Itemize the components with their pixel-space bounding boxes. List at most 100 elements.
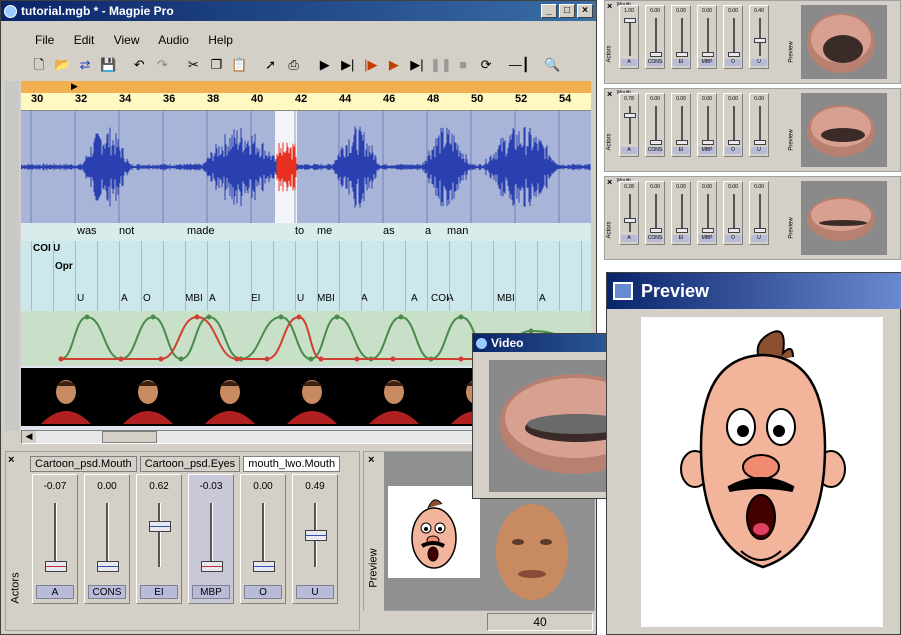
keyframe-point[interactable] [178, 356, 184, 362]
slider-thumb[interactable] [305, 529, 327, 541]
mini-close-icon[interactable]: × [607, 89, 612, 99]
phoneme-label[interactable]: Opr [55, 261, 73, 272]
play-icon[interactable]: ▶ [315, 55, 335, 75]
mini-slider[interactable]: 0.00 CONS [645, 5, 665, 69]
blend-slider[interactable]: -0.03 MBP [188, 474, 234, 604]
word-label[interactable]: was [77, 225, 97, 237]
keyframe-point[interactable] [158, 356, 164, 362]
mini-slider-thumb[interactable] [728, 228, 740, 233]
import-icon[interactable]: ⇄ [75, 55, 95, 75]
words-track[interactable]: was not made to me as a man [21, 223, 591, 241]
mini-slider-track[interactable] [655, 106, 657, 144]
mini-slider-track[interactable] [707, 106, 709, 144]
menu-help[interactable]: Help [208, 33, 233, 47]
stop-icon[interactable]: ■ [453, 55, 473, 75]
horizontal-scrollbar[interactable]: ◀ [21, 430, 481, 444]
save-icon[interactable]: 💾 [98, 55, 118, 75]
redo-icon[interactable]: ↷ [152, 55, 172, 75]
mini-slider[interactable]: 0.40 U [749, 5, 769, 69]
mini-slider-thumb[interactable] [754, 38, 766, 44]
mini-slider-track[interactable] [629, 194, 631, 232]
scroll-left-icon[interactable]: ◀ [22, 431, 36, 443]
mini-slider-thumb[interactable] [754, 228, 766, 233]
blend-slider[interactable]: 0.49 U [292, 474, 338, 604]
mini-slider[interactable]: 0.00 O [723, 5, 743, 69]
word-label[interactable]: not [119, 225, 134, 237]
mini-slider-thumb[interactable] [676, 52, 688, 57]
preview-close-icon[interactable]: × [368, 454, 374, 466]
video-frame-thumbnail[interactable] [277, 374, 347, 424]
panel-close-icon[interactable]: × [8, 454, 14, 466]
phoneme-tracks[interactable]: COI U Opr U A O MBI A EI U MBI A A COI A MBI A [21, 241, 591, 311]
keyframe-point[interactable] [118, 356, 124, 362]
mini-slider-track[interactable] [759, 194, 761, 232]
open-icon[interactable]: 📂 [52, 55, 72, 75]
video-frame-thumbnail[interactable] [195, 374, 265, 424]
tab-mouth-lwo[interactable]: mouth_lwo.Mouth [243, 456, 341, 472]
menu-audio[interactable]: Audio [158, 33, 189, 47]
ruler[interactable]: 30 32 34 36 38 40 42 44 46 48 50 52 54 [21, 93, 591, 111]
undo-icon[interactable]: ↶ [129, 55, 149, 75]
phoneme-label[interactable]: A [539, 293, 546, 304]
mini-slider-thumb[interactable] [676, 228, 688, 233]
phoneme-label[interactable]: U [297, 293, 304, 304]
word-label[interactable]: man [447, 225, 468, 237]
scroll-thumb[interactable] [102, 431, 157, 443]
slider-thumb[interactable] [149, 521, 171, 533]
mini-slider[interactable]: 0.00 MBP [697, 5, 717, 69]
mini-slider-thumb[interactable] [650, 228, 662, 233]
tab-cartoon-mouth[interactable]: Cartoon_psd.Mouth [30, 456, 137, 472]
phoneme-label[interactable]: A [361, 293, 368, 304]
mini-slider-thumb[interactable] [624, 113, 636, 119]
mini-slider-track[interactable] [707, 18, 709, 56]
mini-slider-track[interactable] [681, 194, 683, 232]
word-label[interactable]: me [317, 225, 332, 237]
keyframe-point[interactable] [296, 314, 302, 320]
mini-slider-thumb[interactable] [702, 228, 714, 233]
mini-slider[interactable]: 0.78 A [619, 93, 639, 157]
phoneme-label[interactable]: EI [251, 293, 260, 304]
zoom-slider-icon[interactable]: —┃ [499, 55, 539, 75]
minimize-icon[interactable]: _ [541, 4, 557, 18]
mini-close-icon[interactable]: × [607, 177, 612, 187]
print-icon[interactable]: ⎙ [284, 55, 304, 75]
mini-close-icon[interactable]: × [607, 1, 612, 11]
phoneme-label[interactable]: A [121, 293, 128, 304]
cut-icon[interactable]: ✂ [183, 55, 203, 75]
slider-thumb[interactable] [253, 561, 275, 572]
main-titlebar[interactable]: tutorial.mgb * - Magpie Pro _ □ × [1, 1, 596, 21]
phoneme-label[interactable]: O [143, 293, 151, 304]
keyframe-point[interactable] [318, 356, 324, 362]
mini-slider-thumb[interactable] [650, 52, 662, 57]
blend-slider[interactable]: 0.00 O [240, 474, 286, 604]
keyframe-point[interactable] [390, 356, 396, 362]
phoneme-label[interactable]: A [411, 293, 418, 304]
keyframe-point[interactable] [58, 356, 64, 362]
video-frame-thumbnail[interactable] [359, 374, 429, 424]
mini-slider[interactable]: 0.00 O [723, 181, 743, 245]
mini-slider-track[interactable] [655, 194, 657, 232]
keyframe-point[interactable] [354, 356, 360, 362]
slider-thumb[interactable] [201, 561, 223, 572]
mini-slider-track[interactable] [629, 106, 631, 144]
slider-track[interactable] [210, 503, 213, 567]
mini-slider-thumb[interactable] [650, 140, 662, 145]
phoneme-label[interactable]: MBI [317, 293, 335, 304]
phoneme-label[interactable]: U [77, 293, 84, 304]
play-loop-icon[interactable]: ▶ [384, 55, 404, 75]
word-label[interactable]: as [383, 225, 395, 237]
mini-slider-thumb[interactable] [728, 140, 740, 145]
keyframe-point[interactable] [278, 314, 284, 320]
word-label[interactable]: a [425, 225, 431, 237]
mini-slider[interactable]: 0.00 MBP [697, 93, 717, 157]
mini-slider-thumb[interactable] [624, 18, 636, 23]
phoneme-label[interactable]: MBI [497, 293, 515, 304]
keyframe-point[interactable] [458, 314, 464, 320]
mini-slider[interactable]: 0.00 EI [671, 5, 691, 69]
slider-track[interactable] [106, 503, 109, 567]
mini-slider-track[interactable] [629, 18, 631, 56]
mini-slider-track[interactable] [707, 194, 709, 232]
blend-slider[interactable]: 0.00 CONS [84, 474, 130, 604]
slider-thumb[interactable] [45, 561, 67, 572]
word-label[interactable]: made [187, 225, 215, 237]
